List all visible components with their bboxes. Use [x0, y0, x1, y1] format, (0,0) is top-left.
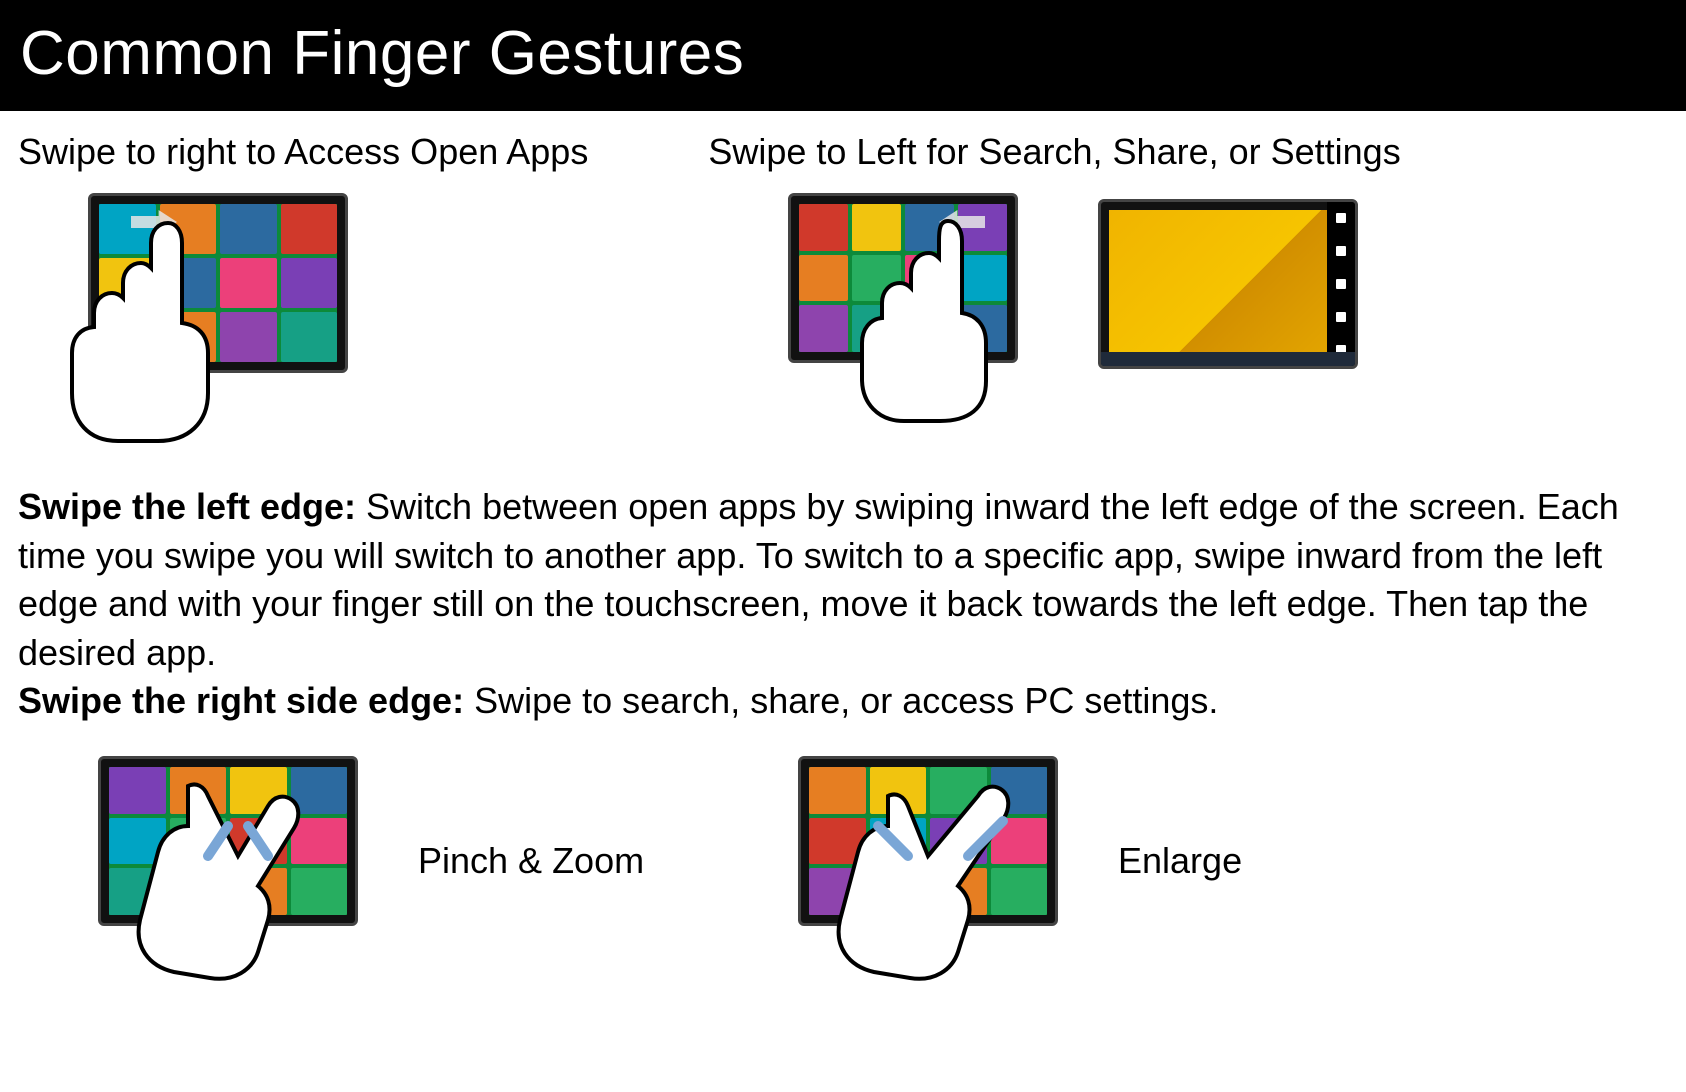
tablet-frame: [88, 193, 348, 373]
page-content: Swipe to right to Access Open Apps Swipe…: [0, 111, 1686, 966]
tablet-frame: [798, 756, 1058, 926]
tablet-frame: [788, 193, 1018, 363]
charm-search-icon: [1336, 213, 1346, 223]
charm-devices-icon: [1336, 312, 1346, 322]
tablet-frame: [98, 756, 358, 926]
swipe-left-illustrations: [708, 193, 1400, 413]
swipe-right-illustration: [88, 193, 348, 433]
left-edge-label: Swipe the left edge:: [18, 486, 356, 527]
page-title: Common Finger Gestures: [20, 19, 744, 88]
pinch-zoom-label: Pinch & Zoom: [418, 840, 678, 882]
swipe-right-block: Swipe to right to Access Open Apps: [18, 131, 588, 433]
desktop-wallpaper: [1109, 210, 1347, 358]
right-edge-label: Swipe the right side edge:: [18, 680, 464, 721]
charm-share-icon: [1336, 246, 1346, 256]
charm-start-icon: [1336, 279, 1346, 289]
start-screen-tiles: [809, 767, 1047, 915]
pinch-illustration: [98, 756, 358, 966]
start-screen-tiles: [109, 767, 347, 915]
swipe-left-block: Swipe to Left for Search, Share, or Sett…: [708, 131, 1400, 433]
charms-bar: [1327, 202, 1355, 366]
gesture-row-2: Pinch & Zoom Enlarge: [18, 756, 1668, 966]
swipe-left-start-illustration: [788, 193, 1018, 413]
desktop-tablet-illustration: [1098, 199, 1358, 369]
swipe-right-heading: Swipe to right to Access Open Apps: [18, 131, 588, 173]
swipe-left-heading: Swipe to Left for Search, Share, or Sett…: [708, 131, 1400, 173]
gesture-row-1: Swipe to right to Access Open Apps Swipe…: [18, 131, 1668, 433]
right-edge-text: Swipe to search, share, or access PC set…: [464, 680, 1218, 721]
enlarge-label: Enlarge: [1118, 840, 1242, 882]
gesture-description: Swipe the left edge: Switch between open…: [18, 483, 1668, 726]
taskbar: [1101, 352, 1355, 366]
enlarge-illustration: [798, 756, 1058, 966]
page-header: Common Finger Gestures: [0, 0, 1686, 111]
